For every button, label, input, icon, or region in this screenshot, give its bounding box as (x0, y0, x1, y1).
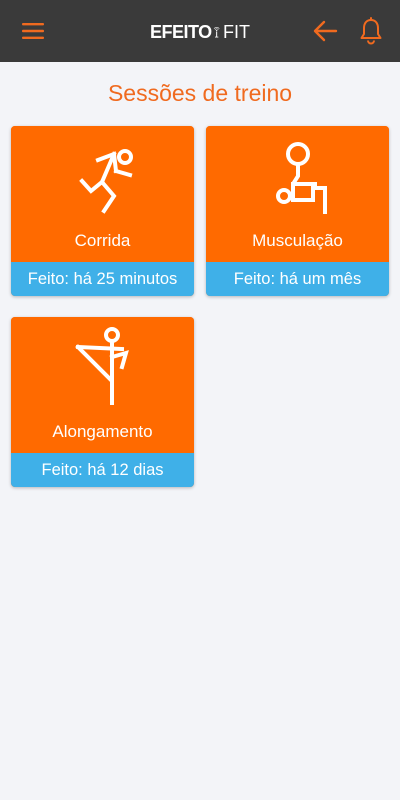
page-title: Sessões de treino (107, 80, 293, 106)
card-status: Feito: há 25 minutos (11, 262, 194, 296)
stretching-icon (74, 327, 129, 405)
app-bar: EFEITO FIT (0, 0, 400, 62)
session-card-alongamento[interactable]: Alongamento Feito: há 12 dias (11, 317, 194, 487)
bell-icon[interactable] (356, 16, 386, 46)
session-card-musculacao[interactable]: Musculação Feito: há um mês (206, 126, 389, 296)
logo-text-fit: FIT (223, 21, 250, 42)
weightlifting-icon (275, 142, 327, 214)
logo-text-efeito: EFEITO (150, 21, 212, 42)
card-label: Musculação (252, 231, 343, 250)
app-logo: EFEITO FIT (150, 10, 250, 54)
menu-icon[interactable] (18, 16, 48, 46)
running-icon (78, 149, 133, 214)
header-actions (310, 16, 386, 46)
logo-signal-icon (213, 27, 220, 38)
card-label: Alongamento (52, 422, 153, 441)
session-card-corrida[interactable]: Corrida Feito: há 25 minutos (11, 126, 194, 296)
card-status: Feito: há um mês (206, 262, 389, 296)
card-label: Corrida (74, 231, 131, 250)
arrow-left-icon[interactable] (310, 16, 340, 46)
card-status: Feito: há 12 dias (11, 453, 194, 487)
